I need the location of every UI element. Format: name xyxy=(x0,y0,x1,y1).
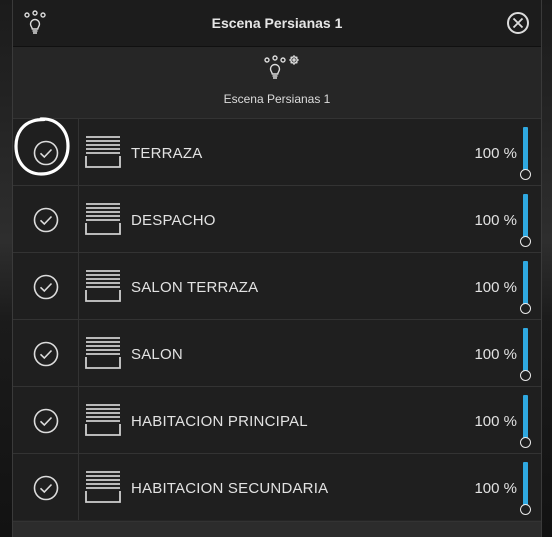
slider-track xyxy=(523,261,528,305)
scene-header: Escena Persianas 1 xyxy=(13,47,541,118)
level-slider[interactable] xyxy=(519,328,533,381)
slider-track xyxy=(523,395,528,439)
blind-icon xyxy=(85,203,121,235)
dialog-title: Escena Persianas 1 xyxy=(211,15,343,31)
list-item: HABITACION PRINCIPAL 100 % xyxy=(13,386,541,453)
slider-knob[interactable] xyxy=(520,236,531,247)
level-slider[interactable] xyxy=(519,194,533,247)
item-checkbox[interactable] xyxy=(13,119,79,185)
item-checkbox[interactable] xyxy=(13,320,79,386)
scene-dialog: Escena Persianas 1 Escena Persianas 1 TE… xyxy=(12,0,542,537)
slider-knob[interactable] xyxy=(520,303,531,314)
item-value: 100 % xyxy=(474,480,517,497)
item-label: HABITACION SECUNDARIA xyxy=(131,480,329,497)
blind-icon xyxy=(85,404,121,436)
dialog-footer xyxy=(13,521,541,537)
blind-icon xyxy=(85,270,121,302)
item-value: 100 % xyxy=(474,212,517,229)
slider-knob[interactable] xyxy=(520,504,531,515)
item-label: TERRAZA xyxy=(131,145,203,162)
blinds-list: TERRAZA 100 % DESPACHO 100 % SALON TERRA… xyxy=(13,118,541,520)
level-slider[interactable] xyxy=(519,127,533,180)
item-checkbox[interactable] xyxy=(13,454,79,520)
item-value: 100 % xyxy=(474,413,517,430)
slider-track xyxy=(523,328,528,372)
dialog-titlebar: Escena Persianas 1 xyxy=(13,0,541,47)
item-label: SALON xyxy=(131,346,183,363)
item-checkbox[interactable] xyxy=(13,387,79,453)
item-value: 100 % xyxy=(474,145,517,162)
item-value: 100 % xyxy=(474,346,517,363)
close-button[interactable] xyxy=(507,12,529,34)
check-circle-icon xyxy=(33,475,59,501)
slider-track xyxy=(523,194,528,238)
check-circle-icon xyxy=(33,140,59,166)
slider-knob[interactable] xyxy=(520,169,531,180)
list-item: TERRAZA 100 % xyxy=(13,118,541,185)
scene-name: Escena Persianas 1 xyxy=(223,92,331,106)
check-circle-icon xyxy=(33,274,59,300)
slider-knob[interactable] xyxy=(520,370,531,381)
check-circle-icon xyxy=(33,341,59,367)
blind-icon xyxy=(85,136,121,168)
scene-bulbs-gear-icon xyxy=(264,55,299,79)
level-slider[interactable] xyxy=(519,462,533,515)
slider-track xyxy=(523,127,528,171)
check-circle-icon xyxy=(33,207,59,233)
item-label: HABITACION PRINCIPAL xyxy=(131,413,308,430)
blind-icon xyxy=(85,337,121,369)
slider-knob[interactable] xyxy=(520,437,531,448)
list-item: SALON TERRAZA 100 % xyxy=(13,252,541,319)
blind-icon xyxy=(85,471,121,503)
list-item: DESPACHO 100 % xyxy=(13,185,541,252)
background-right xyxy=(542,0,552,537)
list-item: SALON 100 % xyxy=(13,319,541,386)
item-label: DESPACHO xyxy=(131,212,216,229)
close-icon xyxy=(512,17,524,29)
item-checkbox[interactable] xyxy=(13,253,79,319)
level-slider[interactable] xyxy=(519,395,533,448)
item-label: SALON TERRAZA xyxy=(131,279,259,296)
list-item: HABITACION SECUNDARIA 100 % xyxy=(13,453,541,520)
check-circle-icon xyxy=(33,408,59,434)
item-value: 100 % xyxy=(474,279,517,296)
level-slider[interactable] xyxy=(519,261,533,314)
item-checkbox[interactable] xyxy=(13,186,79,252)
slider-track xyxy=(523,462,528,506)
